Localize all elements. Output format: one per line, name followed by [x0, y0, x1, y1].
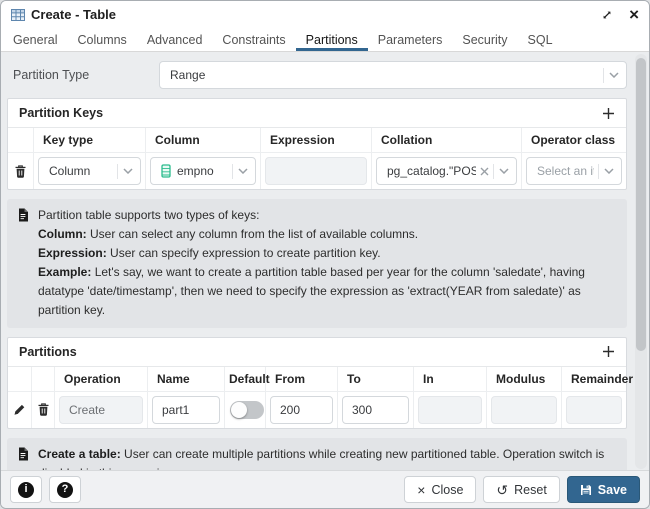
key-type-select[interactable]: Column	[38, 157, 141, 185]
partition-row	[8, 392, 626, 428]
col-header-remainder: Remainder	[562, 367, 626, 391]
partitions-title: Partitions	[19, 345, 77, 359]
close-icon[interactable]: ×	[629, 6, 639, 23]
document-icon	[17, 445, 29, 470]
partition-name-input[interactable]	[152, 396, 220, 424]
column-icon	[161, 164, 171, 178]
partition-type-label: Partition Type	[7, 68, 159, 82]
add-partition-key-button[interactable]	[602, 107, 615, 120]
help-icon: ?	[57, 482, 73, 498]
vertical-scrollbar[interactable]	[635, 54, 647, 469]
note-line: Create a table: User can create multiple…	[38, 445, 617, 470]
remainder-input	[566, 396, 622, 424]
tab-bar: General Columns Advanced Constraints Par…	[1, 28, 649, 52]
sql-help-button[interactable]: i	[10, 476, 42, 503]
partitions-card: Partitions Operation Name Default From T…	[7, 337, 627, 429]
col-header-column: Column	[146, 128, 261, 152]
chevron-down-icon	[238, 168, 248, 174]
from-input[interactable]	[270, 396, 333, 424]
close-button[interactable]: × Close	[404, 476, 476, 503]
footer-bar: i ? × Close ↺ Reset Save	[1, 470, 649, 508]
partition-type-select[interactable]: Range	[159, 61, 627, 89]
expression-input	[265, 157, 367, 185]
tab-parameters[interactable]: Parameters	[368, 28, 453, 51]
save-button[interactable]: Save	[567, 476, 640, 503]
col-header-operator-class: Operator class	[522, 128, 626, 152]
tab-constraints[interactable]: Constraints	[212, 28, 295, 51]
tab-security[interactable]: Security	[452, 28, 517, 51]
operation-input	[59, 396, 143, 424]
reset-icon: ↺	[496, 483, 508, 497]
to-input[interactable]	[342, 396, 409, 424]
col-header-operation: Operation	[55, 367, 148, 391]
partition-type-value: Range	[170, 68, 599, 82]
operator-class-select[interactable]: Select an item...	[526, 157, 622, 185]
tab-columns[interactable]: Columns	[67, 28, 136, 51]
default-toggle[interactable]	[230, 401, 264, 419]
note-line: Column: User can select any column from …	[38, 225, 617, 244]
partition-key-row: Column empno	[8, 153, 626, 189]
reset-button[interactable]: ↺ Reset	[483, 476, 559, 503]
close-x-icon: ×	[417, 483, 425, 497]
col-header-modulus: Modulus	[487, 367, 562, 391]
partitions-header-row: Operation Name Default From To In Modulu…	[8, 367, 626, 392]
note-line: Expression: User can specify expression …	[38, 244, 617, 263]
col-header-default: Default	[225, 367, 266, 391]
partition-keys-title: Partition Keys	[19, 106, 103, 120]
tab-general[interactable]: General	[3, 28, 67, 51]
col-header-to: To	[338, 367, 414, 391]
tab-partitions[interactable]: Partitions	[296, 28, 368, 51]
tab-sql[interactable]: SQL	[518, 28, 563, 51]
floppy-icon	[580, 484, 592, 496]
title-bar: Create - Table ×	[1, 1, 649, 28]
delete-row-icon[interactable]	[36, 401, 51, 418]
dialog-title: Create - Table	[31, 7, 116, 22]
partition-keys-note: Partition table supports two types of ke…	[7, 199, 627, 328]
edit-row-icon[interactable]	[11, 401, 28, 418]
col-header-name: Name	[148, 367, 225, 391]
modulus-input	[491, 396, 557, 424]
add-partition-button[interactable]	[602, 345, 615, 358]
key-column-select[interactable]: empno	[150, 157, 256, 185]
partition-keys-card: Partition Keys Key type Column Expressio…	[7, 98, 627, 190]
in-input	[418, 396, 482, 424]
note-intro: Partition table supports two types of ke…	[38, 206, 617, 225]
scrollbar-thumb[interactable]	[636, 58, 646, 351]
col-header-in: In	[414, 367, 487, 391]
table-icon	[11, 9, 25, 21]
document-icon	[17, 206, 29, 320]
tab-advanced[interactable]: Advanced	[137, 28, 213, 51]
info-icon: i	[18, 482, 34, 498]
col-header-from: From	[266, 367, 338, 391]
col-header-collation: Collation	[372, 128, 522, 152]
dialog-help-button[interactable]: ?	[49, 476, 81, 503]
col-header-expression: Expression	[261, 128, 372, 152]
create-table-dialog: Create - Table × General Columns Advance…	[0, 0, 650, 509]
collation-select[interactable]: pg_catalog."POSIX"	[376, 157, 517, 185]
note-line: Example: Let's say, we want to create a …	[38, 263, 617, 320]
partitions-note: Create a table: User can create multiple…	[7, 438, 627, 470]
partitions-panel: Partition Type Range Partition Keys Key …	[1, 53, 649, 470]
expand-icon[interactable]	[601, 9, 613, 21]
chevron-down-icon	[609, 72, 619, 78]
x-clear-icon[interactable]	[480, 167, 489, 176]
col-header-key-type: Key type	[34, 128, 146, 152]
chevron-down-icon	[499, 168, 509, 174]
chevron-down-icon	[123, 168, 133, 174]
partition-keys-header-row: Key type Column Expression Collation Ope…	[8, 128, 626, 153]
chevron-down-icon	[604, 168, 614, 174]
delete-row-icon[interactable]	[13, 163, 28, 180]
